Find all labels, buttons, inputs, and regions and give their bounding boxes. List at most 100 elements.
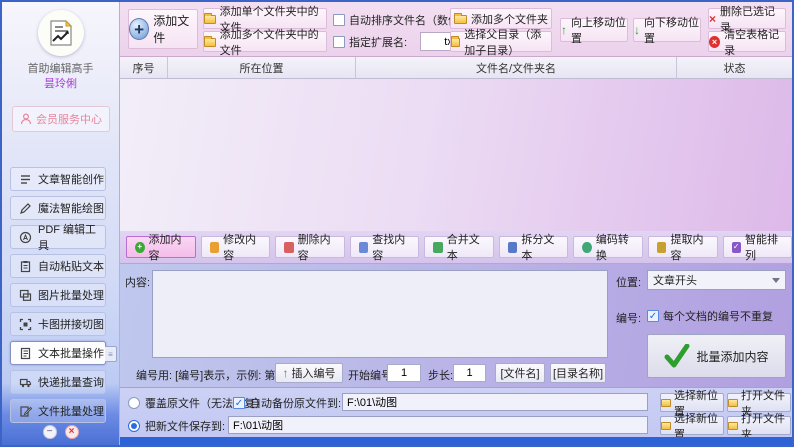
open-save-folder-button[interactable]: 打开文件夹 bbox=[727, 416, 791, 435]
tab-extract-content[interactable]: 提取内容 bbox=[648, 236, 718, 258]
save-path-input[interactable] bbox=[228, 416, 648, 434]
split-icon bbox=[508, 242, 518, 253]
images-icon bbox=[19, 289, 32, 302]
crop-icon bbox=[19, 318, 32, 331]
tab-delete-content[interactable]: 删除内容 bbox=[275, 236, 345, 258]
clear-table-button[interactable]: × 清空表格记录 bbox=[708, 31, 786, 52]
radio-icon bbox=[128, 397, 140, 409]
clear-table-label: 清空表格记录 bbox=[724, 26, 785, 58]
sidebar-item-label: 图片批量处理 bbox=[38, 287, 104, 303]
tab-find-content[interactable]: 查找内容 bbox=[350, 236, 420, 258]
tab-label: 删除内容 bbox=[298, 231, 336, 263]
tab-merge-text[interactable]: 合并文本 bbox=[424, 236, 494, 258]
down-arrow-icon: ↓ bbox=[634, 23, 640, 37]
pen-icon bbox=[19, 202, 32, 215]
arrange-icon: ✓ bbox=[732, 242, 742, 253]
document-arrow-icon bbox=[47, 19, 75, 47]
sidebar-item-label: 卡图拼接切图 bbox=[38, 316, 104, 332]
tab-add-content[interactable]: +添加内容 bbox=[126, 236, 196, 258]
select-parent-dir-button[interactable]: 选择父目录（添加子目录） bbox=[450, 31, 552, 52]
tab-label: 修改内容 bbox=[223, 231, 261, 263]
radio-checked-icon bbox=[128, 420, 140, 432]
sidebar-item-auto-paste[interactable]: 自动粘贴文本 bbox=[10, 254, 106, 278]
tab-modify-content[interactable]: 修改内容 bbox=[201, 236, 271, 258]
sidebar-item-pdf-tools[interactable]: PDF 编辑工具 bbox=[10, 225, 106, 249]
move-up-button[interactable]: ↑ 向上移动位置 bbox=[560, 18, 628, 42]
main-area: + 添加文件 添加单个文件夹中的文件 添加多个文件夹中的文件 自动排序文件名（数… bbox=[120, 2, 792, 441]
step-label: 步长: bbox=[428, 367, 453, 383]
add-icon: + bbox=[135, 242, 145, 253]
extension-checkbox[interactable]: 指定扩展名: bbox=[333, 34, 407, 50]
folder-icon bbox=[204, 15, 216, 24]
operation-tabs: +添加内容 修改内容 删除内容 查找内容 合并文本 拆分文本 编码转换 提取内容… bbox=[120, 231, 792, 264]
app-title: 首助编辑高手 bbox=[2, 60, 119, 76]
save-to-radio[interactable]: 把新文件保存到: bbox=[128, 418, 225, 434]
folder-icon bbox=[454, 15, 467, 24]
tab-label: 拆分文本 bbox=[521, 231, 559, 263]
sidebar-item-image-batch[interactable]: 图片批量处理 bbox=[10, 283, 106, 307]
edit-icon bbox=[210, 242, 220, 253]
start-number-input[interactable] bbox=[387, 364, 421, 382]
unique-number-checkbox[interactable]: ✓ 每个文档的编号不重复 bbox=[647, 308, 773, 324]
position-select[interactable]: 文章开头 bbox=[647, 270, 786, 290]
member-center-button[interactable]: 会员服务中心 bbox=[12, 106, 110, 132]
column-header-location[interactable]: 所在位置 bbox=[168, 57, 356, 78]
folder-icon bbox=[728, 422, 738, 430]
backup-label: 自动备份原文件到: bbox=[250, 395, 341, 411]
step-input[interactable] bbox=[453, 364, 486, 382]
minimize-button[interactable]: − bbox=[43, 425, 57, 439]
dirname-token-button[interactable]: [目录名称] bbox=[550, 363, 606, 383]
tab-label: 提取内容 bbox=[670, 231, 708, 263]
red-x-icon: × bbox=[709, 12, 716, 26]
file-table-body[interactable] bbox=[120, 79, 792, 231]
folder-icon bbox=[204, 38, 216, 47]
sidebar-item-ai-drawing[interactable]: 魔法智能绘图 bbox=[10, 196, 106, 220]
insert-number-label: 插入编号 bbox=[292, 365, 336, 381]
content-textarea[interactable] bbox=[152, 270, 608, 358]
checkbox-icon bbox=[333, 36, 345, 48]
add-multi-folder-button[interactable]: 添加多个文件夹中的文件 bbox=[203, 31, 327, 52]
sidebar: 首助编辑高手 昙玲俐 会员服务中心 文章智能创作 魔法智能绘图 PDF 编辑工具 bbox=[2, 2, 120, 445]
save-options-panel: 覆盖原文件（无法恢复） ✓ 自动备份原文件到: 选择新位置 打开文件夹 把新文件… bbox=[120, 387, 792, 437]
panel-grip-icon[interactable]: ≡ bbox=[105, 346, 117, 362]
insert-number-button[interactable]: ↑ 插入编号 bbox=[275, 363, 343, 383]
tab-smart-arrange[interactable]: ✓智能排列 bbox=[723, 236, 793, 258]
sidebar-item-file-batch[interactable]: 文件批量处理 bbox=[10, 399, 106, 423]
checkbox-checked-icon: ✓ bbox=[233, 397, 245, 409]
choose-save-location-button[interactable]: 选择新位置 bbox=[660, 416, 724, 435]
close-button[interactable]: × bbox=[65, 425, 79, 439]
unique-number-label: 每个文档的编号不重复 bbox=[663, 308, 773, 324]
tab-split-text[interactable]: 拆分文本 bbox=[499, 236, 569, 258]
folder-icon bbox=[661, 422, 671, 430]
column-header-status[interactable]: 状态 bbox=[677, 57, 792, 78]
add-content-panel: 内容: 编号用: [编号]表示，示例: 第[编号]条 ↑ 插入编号 开始编号: … bbox=[120, 264, 792, 387]
text-doc-icon bbox=[19, 347, 32, 360]
extract-icon bbox=[657, 242, 667, 253]
column-header-index[interactable]: 序号 bbox=[120, 57, 168, 78]
sidebar-item-image-stitch[interactable]: 卡图拼接切图 bbox=[10, 312, 106, 336]
backup-path-input[interactable] bbox=[342, 393, 648, 411]
sidebar-item-text-batch[interactable]: 文本批量操作 ≡ bbox=[10, 341, 106, 365]
tab-label: 智能排列 bbox=[745, 231, 783, 263]
backup-checkbox[interactable]: ✓ 自动备份原文件到: bbox=[233, 395, 341, 411]
extension-label: 指定扩展名: bbox=[349, 34, 407, 50]
column-header-filename[interactable]: 文件名/文件夹名 bbox=[356, 57, 677, 78]
tab-label: 查找内容 bbox=[372, 231, 410, 263]
file-edit-icon bbox=[19, 405, 32, 418]
move-down-button[interactable]: ↓ 向下移动位置 bbox=[633, 18, 701, 42]
tab-encoding-convert[interactable]: 编码转换 bbox=[573, 236, 643, 258]
plus-icon: + bbox=[129, 18, 149, 40]
add-file-button[interactable]: + 添加文件 bbox=[128, 9, 198, 49]
dirname-token-label: [目录名称] bbox=[553, 365, 603, 381]
sidebar-item-article-creation[interactable]: 文章智能创作 bbox=[10, 167, 106, 191]
sidebar-item-express-query[interactable]: 快递批量查询 bbox=[10, 370, 106, 394]
batch-add-content-button[interactable]: 批量添加内容 bbox=[647, 334, 786, 378]
filename-token-button[interactable]: [文件名] bbox=[495, 363, 545, 383]
folder-icon bbox=[661, 399, 671, 407]
position-label: 位置: bbox=[616, 274, 641, 290]
pdf-icon bbox=[19, 231, 32, 244]
number-label: 编号: bbox=[616, 310, 641, 326]
clear-circle-icon: × bbox=[709, 36, 720, 48]
green-check-icon bbox=[664, 344, 690, 368]
move-down-label: 向下移动位置 bbox=[644, 14, 700, 46]
